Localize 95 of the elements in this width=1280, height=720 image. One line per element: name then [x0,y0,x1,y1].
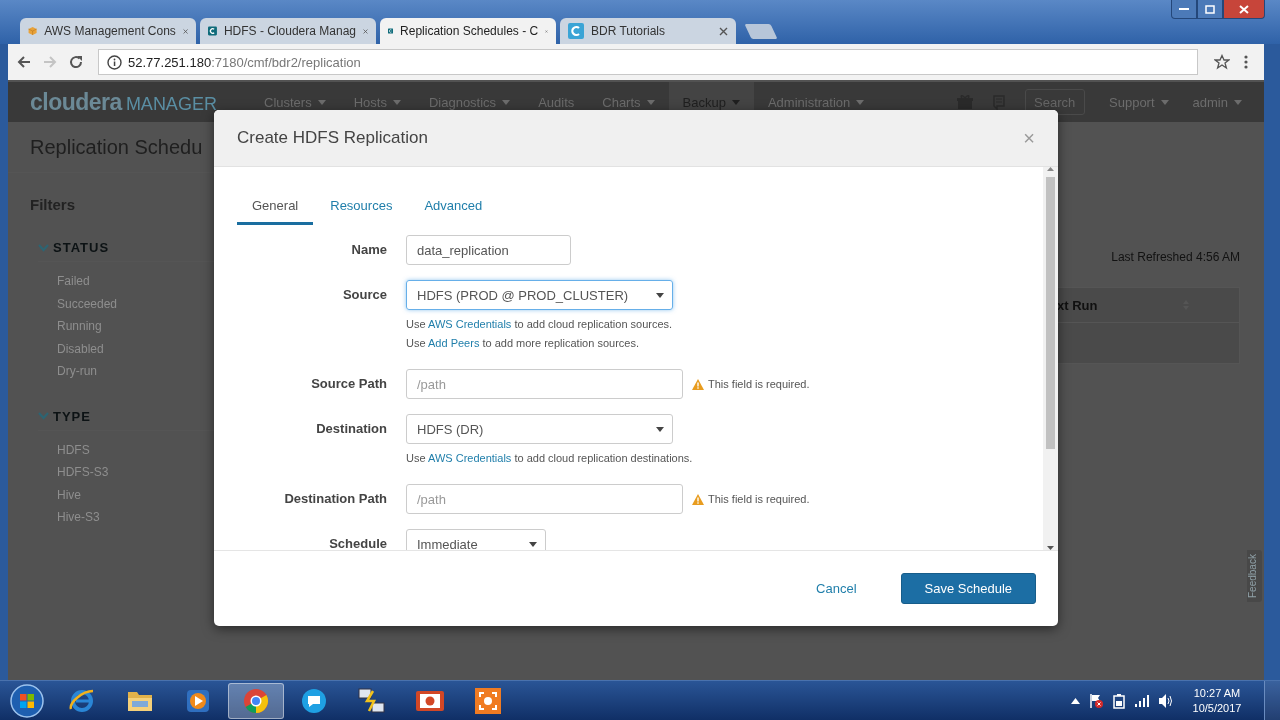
scrollbar-thumb[interactable] [1046,177,1055,449]
caret-icon [1234,99,1242,105]
close-button[interactable] [1223,0,1265,19]
save-button[interactable]: Save Schedule [900,572,1036,604]
minimize-button[interactable] [1171,0,1197,19]
group-title: TYPE [53,408,91,424]
filter-item[interactable]: Hive-S3 [57,506,100,529]
chevron-down-icon [38,412,49,420]
scrollbar[interactable] [1043,167,1058,550]
field-label: Destination Path [283,490,387,508]
play-icon [185,687,211,714]
link[interactable]: Add Peers [428,337,480,349]
cancel-link[interactable]: Cancel [816,580,857,596]
filter-item[interactable]: Succeeded [57,292,118,315]
minimize-icon [1179,7,1189,11]
field-label: Source Path [310,375,387,393]
dialog-tab[interactable]: General [237,190,314,225]
caret-icon [656,426,664,432]
filter-group-header[interactable]: TYPE [38,408,214,431]
filter-item[interactable]: HDFS [57,438,90,461]
browser-tab[interactable]: BDR Tutorials [560,18,736,44]
field-label: Name [350,241,387,259]
start-button-icon[interactable] [9,682,45,719]
browser-tab[interactable]: AWS Management Cons [20,18,196,44]
last-refreshed-text: Last Refreshed 4:56 AM [1111,250,1240,264]
input-field[interactable]: /path [406,369,683,399]
caret-icon [502,99,511,105]
chevron-down-icon [38,243,49,252]
browser-icon [242,686,270,715]
error-text: This field is required. [708,493,810,505]
app-logo-icon [568,23,584,39]
caret-icon [656,292,664,298]
caret-icon [529,541,537,547]
link[interactable]: AWS Credentials [428,452,512,464]
flag-icon[interactable] [1088,692,1104,709]
caret-icon [856,99,865,105]
help-text: Use Add Peers to add more replication sources. [406,336,640,351]
address-bar[interactable]: 52.77.251.180:7180/cmf/bdr2/replication [98,49,1198,75]
caret-icon [317,99,326,105]
browser-tab[interactable]: Replication Schedules - C [380,18,556,44]
browser-tab[interactable]: HDFS - Cloudera Manag [200,18,376,44]
new-tab-button[interactable] [744,24,778,39]
bookmark-star-icon[interactable] [1214,54,1230,70]
caret-icon [1160,99,1169,105]
url-text: 52.77.251.180:7180/cmf/bdr2/replication [128,54,361,70]
field-label: Schedule [328,535,387,550]
back-icon[interactable] [16,54,32,70]
caret-icon [731,99,740,105]
dialog-tab[interactable]: Advanced [409,190,498,225]
filter-group-header[interactable]: STATUS [38,240,214,262]
feedback-tab[interactable]: Feedback [1247,550,1262,602]
caret-icon [646,99,655,105]
filter-item[interactable]: Dry-run [57,360,97,383]
group-title: STATUS [53,240,110,255]
caret-icon [392,99,401,105]
dialog-tab[interactable]: Resources [315,190,408,225]
record-icon [474,686,502,715]
dropdown[interactable]: HDFS (PROD @ PROD_CLUSTER) [406,280,673,310]
dropdown[interactable]: HDFS (DR) [406,414,673,444]
field-label: Source [341,286,387,304]
chat-icon [300,686,328,715]
maximize-button[interactable] [1197,0,1223,19]
warning-icon [692,378,704,390]
link[interactable]: AWS Credentials [428,318,512,330]
column-header[interactable]: xt Run [1057,297,1098,313]
maximize-icon [1205,4,1215,14]
input-field[interactable]: data_replication [406,235,571,265]
battery-icon[interactable] [1112,692,1126,709]
input-field[interactable]: /path [406,484,683,514]
filter-item[interactable]: Disabled [57,337,104,360]
chevron-up-icon[interactable] [1071,697,1080,704]
reload-icon[interactable] [68,54,84,70]
filter-item[interactable]: Failed [57,270,90,293]
close-icon[interactable] [719,26,728,36]
error-text: This field is required. [708,378,810,390]
close-button[interactable]: × [1023,126,1035,150]
warning-icon [692,493,704,505]
help-text: Use AWS Credentials to add cloud replication sources. [406,317,673,332]
network-icon [357,686,387,715]
dialog-title: Create HDFS Replication [237,128,429,148]
speaker-icon[interactable] [1158,692,1174,709]
scroll-down-icon[interactable] [1047,546,1054,550]
filter-item[interactable]: HDFS-S3 [57,461,109,484]
show-desktop-button[interactable] [1264,680,1280,720]
close-icon [1239,4,1249,14]
field-label: Destination [315,420,387,438]
close-icon[interactable] [182,26,188,36]
help-text: Use AWS Credentials to add cloud replication destinations. [406,451,693,466]
signal-icon[interactable] [1134,693,1150,708]
dropdown[interactable]: Immediate [406,529,546,550]
info-icon [107,54,122,70]
filter-item[interactable]: Running [57,315,102,338]
clock[interactable]: 10:27 AM 10/5/2017 [1186,685,1248,716]
filter-item[interactable]: Hive [57,483,81,506]
app-logo[interactable]: cloudera MANAGER [8,88,242,116]
